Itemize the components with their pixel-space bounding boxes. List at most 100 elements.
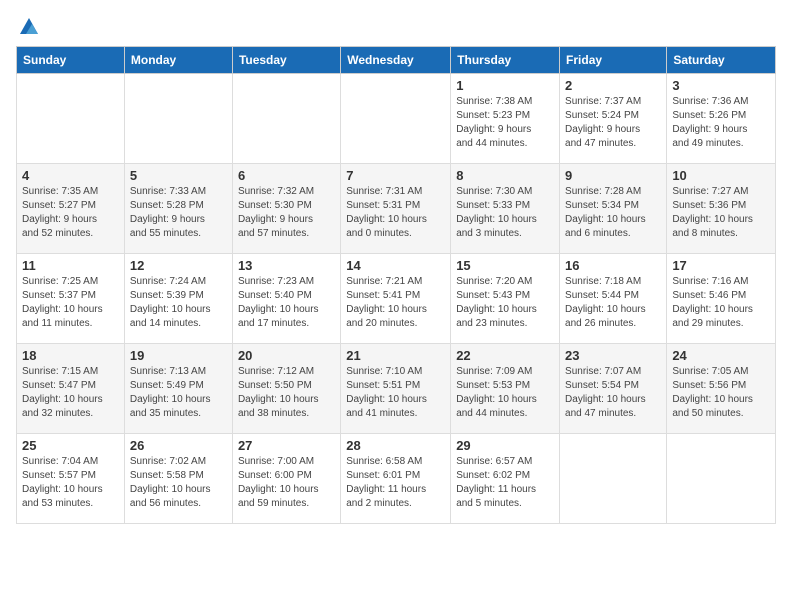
day-number: 6	[238, 168, 335, 183]
day-number: 20	[238, 348, 335, 363]
day-number: 24	[672, 348, 770, 363]
day-info: Sunrise: 7:09 AM Sunset: 5:53 PM Dayligh…	[456, 365, 554, 421]
calendar-cell: 13Sunrise: 7:23 AM Sunset: 5:40 PM Dayli…	[232, 254, 340, 344]
header-day-tuesday: Tuesday	[232, 47, 340, 74]
day-number: 11	[22, 258, 119, 273]
day-info: Sunrise: 7:12 AM Sunset: 5:50 PM Dayligh…	[238, 365, 335, 421]
header-day-saturday: Saturday	[667, 47, 776, 74]
calendar-cell: 2Sunrise: 7:37 AM Sunset: 5:24 PM Daylig…	[560, 74, 667, 164]
day-info: Sunrise: 7:16 AM Sunset: 5:46 PM Dayligh…	[672, 275, 770, 331]
day-info: Sunrise: 7:21 AM Sunset: 5:41 PM Dayligh…	[346, 275, 445, 331]
day-info: Sunrise: 7:23 AM Sunset: 5:40 PM Dayligh…	[238, 275, 335, 331]
day-info: Sunrise: 7:13 AM Sunset: 5:49 PM Dayligh…	[130, 365, 227, 421]
calendar-header-row: SundayMondayTuesdayWednesdayThursdayFrid…	[17, 47, 776, 74]
day-info: Sunrise: 7:25 AM Sunset: 5:37 PM Dayligh…	[22, 275, 119, 331]
calendar-cell: 29 Sunrise: 6:57 AM Sunset: 6:02 PM Dayli…	[451, 434, 560, 524]
calendar-cell: 15Sunrise: 7:20 AM Sunset: 5:43 PM Dayli…	[451, 254, 560, 344]
calendar-cell: 5 Sunrise: 7:33 AM Sunset: 5:28 PM Daylig…	[124, 164, 232, 254]
calendar-cell	[232, 74, 340, 164]
day-info: Sunrise: 7:24 AM Sunset: 5:39 PM Dayligh…	[130, 275, 227, 331]
day-number: 1	[456, 78, 554, 93]
logo-icon	[18, 16, 40, 38]
header-day-sunday: Sunday	[17, 47, 125, 74]
header-day-friday: Friday	[560, 47, 667, 74]
logo	[16, 16, 40, 38]
calendar-cell: 12 Sunrise: 7:24 AM Sunset: 5:39 PM Dayli…	[124, 254, 232, 344]
calendar-week-row: 4 Sunrise: 7:35 AM Sunset: 5:27 PM Daylig…	[17, 164, 776, 254]
calendar-cell: 8 Sunrise: 7:30 AM Sunset: 5:33 PM Daylig…	[451, 164, 560, 254]
day-info: Sunrise: 6:57 AM Sunset: 6:02 PM Dayligh…	[456, 455, 554, 511]
day-number: 21	[346, 348, 445, 363]
day-info: Sunrise: 7:02 AM Sunset: 5:58 PM Dayligh…	[130, 455, 227, 511]
calendar-cell: 23 Sunrise: 7:07 AM Sunset: 5:54 PM Dayli…	[560, 344, 667, 434]
calendar-cell: 3 Sunrise: 7:36 AM Sunset: 5:26 PM Daylig…	[667, 74, 776, 164]
day-number: 17	[672, 258, 770, 273]
day-number: 3	[672, 78, 770, 93]
header-day-thursday: Thursday	[451, 47, 560, 74]
day-number: 28	[346, 438, 445, 453]
calendar-cell: 9 Sunrise: 7:28 AM Sunset: 5:34 PM Daylig…	[560, 164, 667, 254]
day-info: Sunrise: 7:00 AM Sunset: 6:00 PM Dayligh…	[238, 455, 335, 511]
calendar-cell: 7 Sunrise: 7:31 AM Sunset: 5:31 PM Daylig…	[341, 164, 451, 254]
calendar-cell: 14 Sunrise: 7:21 AM Sunset: 5:41 PM Dayli…	[341, 254, 451, 344]
day-number: 27	[238, 438, 335, 453]
day-info: Sunrise: 7:32 AM Sunset: 5:30 PM Dayligh…	[238, 185, 335, 241]
day-number: 10	[672, 168, 770, 183]
day-number: 15	[456, 258, 554, 273]
day-number: 12	[130, 258, 227, 273]
day-info: Sunrise: 7:30 AM Sunset: 5:33 PM Dayligh…	[456, 185, 554, 241]
day-info: Sunrise: 7:36 AM Sunset: 5:26 PM Dayligh…	[672, 95, 770, 151]
day-number: 18	[22, 348, 119, 363]
day-number: 26	[130, 438, 227, 453]
day-number: 5	[130, 168, 227, 183]
calendar-week-row: 11 Sunrise: 7:25 AM Sunset: 5:37 PM Dayli…	[17, 254, 776, 344]
header-day-wednesday: Wednesday	[341, 47, 451, 74]
day-info: Sunrise: 7:31 AM Sunset: 5:31 PM Dayligh…	[346, 185, 445, 241]
calendar-cell	[341, 74, 451, 164]
calendar-table: SundayMondayTuesdayWednesdayThursdayFrid…	[16, 46, 776, 524]
day-info: Sunrise: 7:07 AM Sunset: 5:54 PM Dayligh…	[565, 365, 661, 421]
calendar-cell: 11 Sunrise: 7:25 AM Sunset: 5:37 PM Dayli…	[17, 254, 125, 344]
day-number: 23	[565, 348, 661, 363]
day-info: Sunrise: 7:38 AM Sunset: 5:23 PM Dayligh…	[456, 95, 554, 151]
day-number: 2	[565, 78, 661, 93]
calendar-cell: 22 Sunrise: 7:09 AM Sunset: 5:53 PM Dayli…	[451, 344, 560, 434]
page-header	[16, 16, 776, 38]
day-number: 25	[22, 438, 119, 453]
day-number: 29	[456, 438, 554, 453]
day-info: Sunrise: 7:27 AM Sunset: 5:36 PM Dayligh…	[672, 185, 770, 241]
day-number: 14	[346, 258, 445, 273]
calendar-cell: 16 Sunrise: 7:18 AM Sunset: 5:44 PM Dayli…	[560, 254, 667, 344]
calendar-week-row: 1 Sunrise: 7:38 AM Sunset: 5:23 PM Daylig…	[17, 74, 776, 164]
calendar-cell: 10 Sunrise: 7:27 AM Sunset: 5:36 PM Dayli…	[667, 164, 776, 254]
day-info: Sunrise: 7:05 AM Sunset: 5:56 PM Dayligh…	[672, 365, 770, 421]
day-info: Sunrise: 7:04 AM Sunset: 5:57 PM Dayligh…	[22, 455, 119, 511]
calendar-cell: 18 Sunrise: 7:15 AM Sunset: 5:47 PM Dayli…	[17, 344, 125, 434]
calendar-cell: 25 Sunrise: 7:04 AM Sunset: 5:57 PM Dayli…	[17, 434, 125, 524]
day-info: Sunrise: 7:35 AM Sunset: 5:27 PM Dayligh…	[22, 185, 119, 241]
day-info: Sunrise: 7:15 AM Sunset: 5:47 PM Dayligh…	[22, 365, 119, 421]
calendar-cell: 28 Sunrise: 6:58 AM Sunset: 6:01 PM Dayli…	[341, 434, 451, 524]
calendar-cell	[667, 434, 776, 524]
calendar-cell	[560, 434, 667, 524]
day-info: Sunrise: 7:33 AM Sunset: 5:28 PM Dayligh…	[130, 185, 227, 241]
day-number: 22	[456, 348, 554, 363]
day-info: Sunrise: 7:10 AM Sunset: 5:51 PM Dayligh…	[346, 365, 445, 421]
day-number: 8	[456, 168, 554, 183]
calendar-cell: 19Sunrise: 7:13 AM Sunset: 5:49 PM Dayli…	[124, 344, 232, 434]
day-info: Sunrise: 6:58 AM Sunset: 6:01 PM Dayligh…	[346, 455, 445, 511]
day-number: 4	[22, 168, 119, 183]
calendar-cell: 27 Sunrise: 7:00 AM Sunset: 6:00 PM Dayli…	[232, 434, 340, 524]
calendar-cell: 4 Sunrise: 7:35 AM Sunset: 5:27 PM Daylig…	[17, 164, 125, 254]
day-number: 16	[565, 258, 661, 273]
calendar-cell	[124, 74, 232, 164]
calendar-cell: 24 Sunrise: 7:05 AM Sunset: 5:56 PM Dayli…	[667, 344, 776, 434]
day-number: 9	[565, 168, 661, 183]
calendar-cell: 20 Sunrise: 7:12 AM Sunset: 5:50 PM Dayli…	[232, 344, 340, 434]
calendar-cell: 6 Sunrise: 7:32 AM Sunset: 5:30 PM Daylig…	[232, 164, 340, 254]
header-day-monday: Monday	[124, 47, 232, 74]
day-info: Sunrise: 7:28 AM Sunset: 5:34 PM Dayligh…	[565, 185, 661, 241]
day-number: 7	[346, 168, 445, 183]
calendar-week-row: 18 Sunrise: 7:15 AM Sunset: 5:47 PM Dayli…	[17, 344, 776, 434]
day-info: Sunrise: 7:18 AM Sunset: 5:44 PM Dayligh…	[565, 275, 661, 331]
